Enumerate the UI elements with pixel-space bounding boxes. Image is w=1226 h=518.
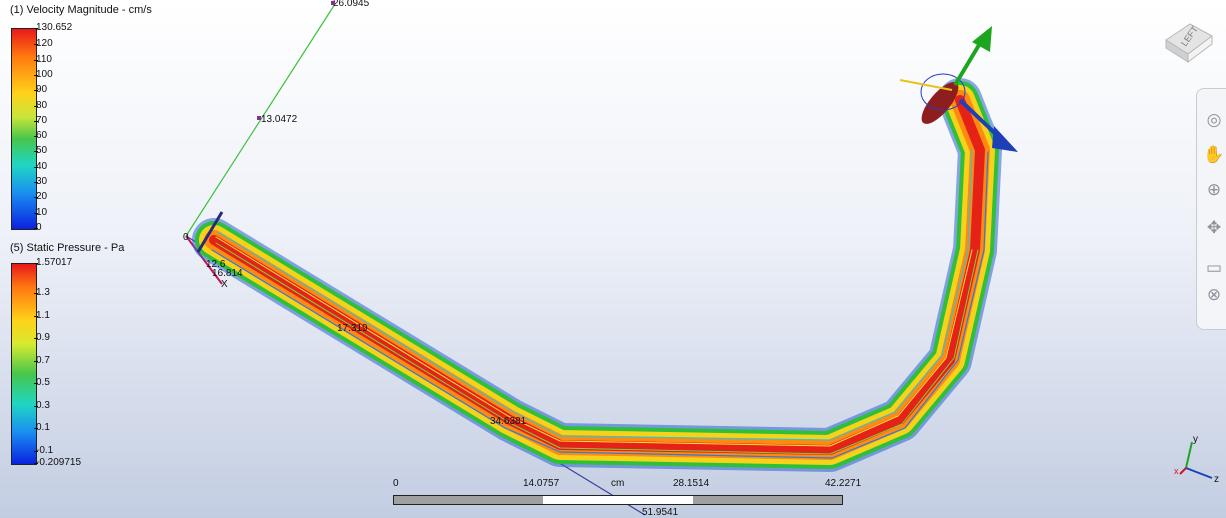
scale-label-1: 14.0757 — [523, 478, 560, 489]
scale-label-3: 42.2271 — [825, 478, 862, 489]
zoom-icon[interactable]: ⊕ — [1203, 179, 1225, 201]
scale-unit: cm — [611, 478, 625, 489]
viewcube[interactable]: LEFT — [1160, 10, 1216, 66]
probe-label-34: 34.6381 — [490, 416, 527, 427]
look-icon[interactable]: ✋ — [1203, 144, 1225, 166]
orbit-icon[interactable]: ◎ — [1203, 109, 1225, 131]
probe-label-51: 51.9541 — [642, 507, 679, 518]
streamline-pipe — [192, 78, 1002, 472]
triad-arrow-y — [953, 38, 984, 87]
viewport-scene[interactable]: 26.0945 13.0472 0 17.319 34.6381 51.9541… — [0, 0, 1226, 518]
probe-label-13: 13.0472 — [261, 114, 298, 125]
pan-icon[interactable]: ✥ — [1203, 217, 1225, 239]
triad-x-label: x — [1174, 466, 1179, 476]
probe-label-x: X — [221, 279, 228, 290]
probe-label-zero: 0 — [183, 232, 189, 243]
probe-label-17: 17.319 — [337, 323, 368, 334]
probe-point-13 — [257, 116, 261, 120]
scale-label-2: 28.1514 — [673, 478, 710, 489]
axis-triad: y z x — [1172, 430, 1222, 485]
probe-label-16: 16.814 — [212, 268, 243, 279]
rewind-icon[interactable]: ⊗ — [1203, 284, 1225, 306]
triad-arrow-z-head — [992, 126, 1018, 152]
scale-label-0: 0 — [393, 478, 399, 489]
probe-point-26 — [331, 1, 335, 5]
triad-z-label: z — [1214, 474, 1219, 485]
navigation-bar: ◎ ✋ ⊕ ✥ ▭ ⊗ — [1196, 88, 1226, 330]
probe-label-26: 26.0945 — [333, 0, 370, 9]
walk-icon[interactable]: ▭ — [1203, 257, 1225, 279]
triad-y-label: y — [1193, 434, 1198, 445]
